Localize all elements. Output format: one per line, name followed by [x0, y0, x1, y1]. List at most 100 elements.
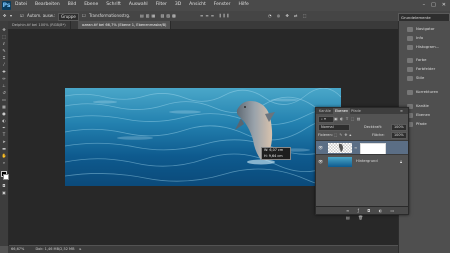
type-tool-icon[interactable]: T — [1, 132, 7, 137]
menu-item-filter[interactable]: Filter — [156, 2, 167, 7]
healing-tool-icon[interactable]: ✚ — [1, 69, 7, 74]
layer-row-hintergrund[interactable]: 👁︎ Hintergrund 🔒︎ — [316, 154, 408, 168]
move-tool-icon[interactable]: ✥ — [1, 27, 7, 32]
eyedropper-tool-icon[interactable]: ⁄ — [1, 62, 7, 67]
panel-paths[interactable]: Pfade — [407, 120, 427, 128]
layer-mask-thumbnail[interactable] — [360, 142, 386, 155]
lock-row: Fixieren: ⬚✎✥🔒︎ Fläche: 100% — [318, 132, 407, 139]
histogram-icon — [407, 44, 413, 50]
tab-delphin[interactable]: Delphin.tif bei 100% (RGB/8*) — [8, 21, 71, 29]
panel-menu-icon[interactable]: ≡ — [398, 108, 405, 114]
layers-panel: Kanäle Ebenen Pfade ≡ ⌕ ▾ ▣◐T⬚▤ Normal D… — [315, 107, 409, 220]
menu-item-fenster[interactable]: Fenster — [214, 2, 231, 7]
crop-tool-icon[interactable]: ⌗ — [1, 55, 7, 60]
panel-layers[interactable]: Ebenen — [407, 111, 430, 119]
layers-bottom-bar: ∞ ƒ ◘ ◐ ▭ ▤ 🗑︎ — [316, 206, 408, 220]
lock-label: Fixieren: — [318, 133, 333, 137]
swatches-icon — [407, 66, 413, 72]
menu-item-schrift[interactable]: Schrift — [106, 2, 121, 7]
layer-thumbnail — [328, 142, 352, 153]
menu-item-bild[interactable]: Bild — [68, 2, 76, 7]
tool-preset-dropdown[interactable]: ▾ — [10, 13, 12, 19]
panel-color[interactable]: Farbe — [407, 56, 426, 64]
status-menu-arrow-icon[interactable]: ▸ — [80, 247, 82, 251]
zoom-tool-icon[interactable]: ⌕ — [1, 160, 7, 165]
gradient-tool-icon[interactable]: ▦ — [1, 104, 7, 109]
stamp-tool-icon[interactable]: ⊥ — [1, 83, 7, 88]
transform-label: Transformationsstrg. — [89, 13, 131, 18]
layers-panel-tabs: Kanäle Ebenen Pfade ≡ — [316, 108, 408, 114]
menu-item-3d[interactable]: 3D — [175, 2, 181, 7]
panel-info[interactable]: Info — [407, 34, 423, 42]
autoselect-checkbox[interactable]: ☑ — [20, 13, 24, 19]
menu-item-auswahl[interactable]: Auswahl — [129, 2, 148, 7]
menu-item-ansicht[interactable]: Ansicht — [189, 2, 206, 7]
distribute-buttons[interactable]: ≡≡≡ ⫼⫼⫼ — [200, 13, 231, 19]
blur-tool-icon[interactable]: ● — [1, 111, 7, 116]
move-tool-icon[interactable]: ✥ — [3, 13, 6, 19]
panel-adjustments[interactable]: Korrekturen — [407, 88, 438, 96]
pen-tool-icon[interactable]: ✒ — [1, 125, 7, 130]
chain-link-icon[interactable]: ∞ — [354, 145, 357, 150]
photoshop-logo-icon: Ps — [2, 1, 11, 10]
menu-list: Datei Bearbeiten Bild Ebene Schrift Auswahl Fi… — [15, 2, 249, 7]
tab-ozean[interactable]: ozean.tif bei 66,7% (Ebene 1, Ebenenmask… — [78, 21, 172, 29]
maximize-icon[interactable]: □ — [431, 2, 436, 8]
path-select-tool-icon[interactable]: ➤ — [1, 139, 7, 144]
toolbox: ✥ ⬚ ℓ ✎ ⌗ ⁄ ✚ ✏ ⊥ ↺ ▭ ▦ ● ◐ ✒ T ➤ ▬ ✋ ⌕ … — [0, 21, 9, 246]
opacity-field[interactable]: 100% — [391, 124, 407, 131]
eraser-tool-icon[interactable]: ▭ — [1, 97, 7, 102]
visibility-eye-icon[interactable]: 👁︎ — [318, 159, 323, 164]
close-icon[interactable]: ✕ — [442, 2, 446, 8]
window-controls: – □ ✕ — [423, 2, 446, 8]
shape-tool-icon[interactable]: ▬ — [1, 146, 7, 151]
tooltip-height: H: 9,64 cm — [264, 153, 283, 158]
blend-mode-select[interactable]: Normal — [318, 124, 350, 131]
opacity-label: Deckkraft: — [364, 125, 383, 129]
document-size: Dok: 1,46 MB/2,52 MB — [35, 247, 75, 251]
document-image[interactable] — [65, 88, 341, 186]
panel-navigator[interactable]: Navigator — [407, 25, 435, 33]
zoom-level[interactable]: 66,67% — [11, 247, 24, 251]
visibility-eye-icon[interactable]: 👁︎ — [318, 145, 323, 150]
menu-item-bearbeiten[interactable]: Bearbeiten — [35, 2, 60, 7]
tab-paths[interactable]: Pfade — [349, 108, 363, 114]
fill-field[interactable]: 100% — [391, 132, 407, 139]
tab-layers[interactable]: Ebenen — [333, 108, 351, 114]
history-brush-tool-icon[interactable]: ↺ — [1, 90, 7, 95]
panel-styles[interactable]: Stile — [407, 74, 424, 82]
layer-filter-row: ⌕ ▾ ▣◐T⬚▤ — [318, 116, 406, 123]
brush-tool-icon[interactable]: ✏ — [1, 76, 7, 81]
hand-tool-icon[interactable]: ✋ — [1, 153, 7, 158]
layer-thumbnail — [328, 156, 352, 167]
transform-tooltip: W: 6,07 cm H: 9,64 cm — [261, 147, 291, 160]
lock-icon: 🔒︎ — [400, 159, 403, 164]
marquee-tool-icon[interactable]: ⬚ — [1, 34, 7, 39]
align-buttons[interactable]: ▤▥▦ ▧▨▩ — [140, 13, 178, 19]
minimize-icon[interactable]: – — [423, 2, 426, 8]
layer-filter-icons[interactable]: ▣◐T⬚▤ — [334, 116, 363, 121]
menu-item-datei[interactable]: Datei — [15, 2, 27, 7]
fill-label: Fläche: — [372, 133, 385, 137]
layer-filter-select[interactable]: ⌕ ▾ — [318, 116, 334, 123]
panel-channels[interactable]: Kanäle — [407, 102, 429, 110]
autoselect-select[interactable]: Gruppe — [58, 13, 79, 21]
lasso-tool-icon[interactable]: ℓ — [1, 41, 7, 46]
navigator-icon — [407, 26, 413, 32]
layers-bottom-icons[interactable]: ∞ ƒ ◘ ◐ ▭ ▤ 🗑︎ — [346, 207, 408, 221]
quick-select-tool-icon[interactable]: ✎ — [1, 48, 7, 53]
lock-icons[interactable]: ⬚✎✥🔒︎ — [334, 132, 353, 138]
quick-mask-icon[interactable]: ◘ — [1, 183, 7, 188]
document-tabs: Delphin.tif bei 100% (RGB/8*) ozean.tif … — [8, 21, 398, 29]
menu-item-ebene[interactable]: Ebene — [84, 2, 98, 7]
layer-row-ebene-1[interactable]: 👁︎ ∞ — [316, 140, 408, 155]
tab-channels[interactable]: Kanäle — [317, 108, 333, 114]
3d-mode-buttons[interactable]: ◔ ◎ ✥ ⇄ ⬚ — [268, 13, 309, 19]
status-bar: 66,67% Dok: 1,46 MB/2,52 MB ▸ — [8, 246, 398, 253]
screen-mode-icon[interactable]: ▣ — [1, 190, 7, 195]
menu-item-hilfe[interactable]: Hilfe — [239, 2, 249, 7]
panel-histogram[interactable]: Histogram... — [407, 43, 439, 51]
transform-checkbox[interactable]: ☐ — [82, 13, 86, 19]
dodge-tool-icon[interactable]: ◐ — [1, 118, 7, 123]
panel-swatches[interactable]: Farbfelder — [407, 65, 435, 73]
